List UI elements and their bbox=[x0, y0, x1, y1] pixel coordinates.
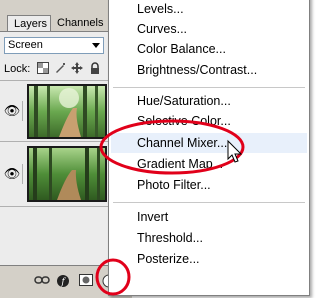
menu-separator bbox=[113, 202, 305, 203]
blend-mode-value: Screen bbox=[8, 39, 43, 51]
menu-item-color-balance[interactable]: Color Balance... bbox=[137, 39, 226, 59]
layer-mask-icon[interactable] bbox=[78, 274, 94, 288]
adjustment-layer-menu: Levels... Curves... Color Balance... Bri… bbox=[108, 0, 310, 296]
lock-pixels-icon[interactable] bbox=[53, 62, 66, 75]
blend-mode-select[interactable]: Screen bbox=[4, 37, 104, 54]
menu-item-curves[interactable]: Curves... bbox=[137, 19, 187, 39]
tab-layers[interactable]: Layers bbox=[7, 15, 51, 31]
layer-thumbnail-background bbox=[27, 146, 107, 202]
eye-icon[interactable]: 👁 bbox=[2, 101, 23, 121]
link-layers-icon[interactable] bbox=[34, 274, 50, 288]
menu-item-threshold[interactable]: Threshold... bbox=[137, 228, 203, 248]
menu-item-levels[interactable]: Levels... bbox=[137, 0, 184, 19]
menu-item-brightness-contrast[interactable]: Brightness/Contrast... bbox=[137, 60, 257, 80]
eye-icon[interactable]: 👁 bbox=[2, 164, 23, 184]
menu-separator bbox=[113, 87, 305, 88]
layer-style-icon[interactable]: f bbox=[55, 274, 71, 288]
layer-thumbnail-forest bbox=[27, 84, 107, 139]
lock-position-icon[interactable] bbox=[70, 62, 83, 75]
menu-item-selective-color[interactable]: Selective Color... bbox=[137, 111, 231, 131]
menu-item-gradient-map[interactable]: Gradient Map... bbox=[137, 154, 223, 174]
lock-all-icon[interactable] bbox=[88, 62, 101, 75]
lock-label: Lock: bbox=[4, 63, 31, 75]
menu-item-channel-mixer[interactable]: Channel Mixer... bbox=[111, 133, 307, 153]
menu-item-invert[interactable]: Invert bbox=[137, 207, 168, 227]
menu-item-hue-saturation[interactable]: Hue/Saturation... bbox=[137, 91, 231, 111]
chevron-down-icon bbox=[92, 43, 100, 48]
lock-transparency-icon[interactable] bbox=[36, 62, 49, 75]
menu-item-posterize[interactable]: Posterize... bbox=[137, 249, 200, 269]
menu-item-photo-filter[interactable]: Photo Filter... bbox=[137, 175, 211, 195]
